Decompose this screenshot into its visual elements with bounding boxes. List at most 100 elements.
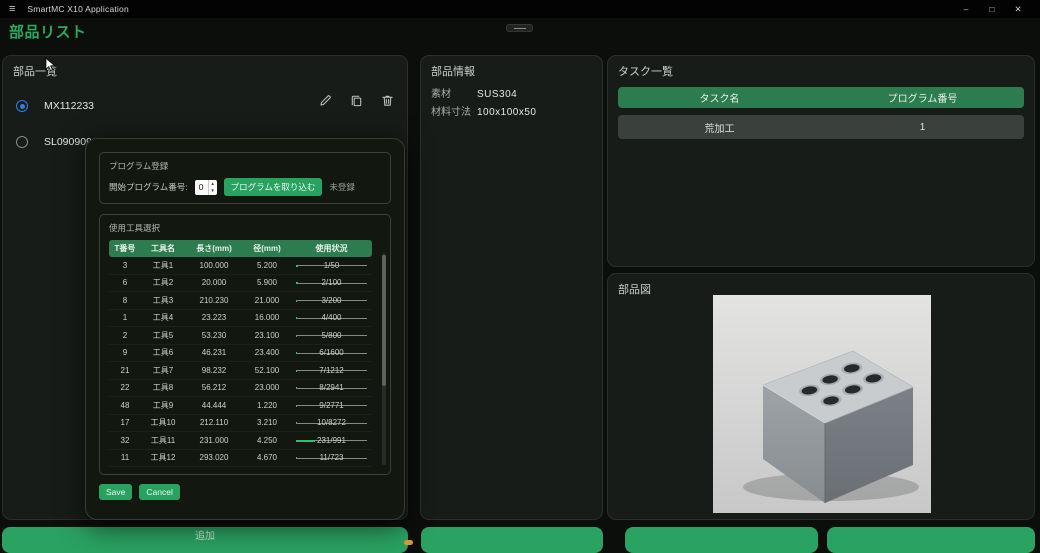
tool-column-header: T番号 (109, 243, 141, 254)
start-number-input[interactable]: 0 ▲ ▼ (195, 180, 217, 195)
task-name-cell: 荒加工 (618, 120, 821, 135)
tool-table-scrollbar[interactable] (382, 253, 386, 465)
tool-usage-cell: 11/723 (291, 450, 372, 467)
copy-part-button[interactable] (349, 93, 364, 108)
bottom-action-button[interactable] (421, 527, 603, 553)
usage-text: 1/50 (324, 261, 340, 270)
tool-usage-cell: 4/400 (291, 310, 372, 327)
usage-text: 11/723 (320, 453, 344, 462)
close-button[interactable]: ✕ (1005, 0, 1031, 18)
save-button[interactable]: Save (99, 484, 132, 500)
tool-diameter: 1.220 (243, 401, 291, 410)
part-radio[interactable] (16, 136, 28, 148)
tool-t-number: 11 (109, 453, 141, 462)
tool-t-number: 1 (109, 313, 141, 322)
tool-row[interactable]: 9 工具6 46.231 23.400 6/1600 (109, 345, 372, 363)
spinner-down-icon[interactable]: ▼ (209, 187, 217, 195)
part-info-panel: 部品情報 素材 SUS304 材料寸法 100x100x50 (420, 55, 603, 520)
tool-t-number: 2 (109, 331, 141, 340)
minimize-button[interactable]: – (953, 0, 979, 18)
tool-row[interactable]: 3 工具1 100.000 5.200 1/50 (109, 257, 372, 275)
tool-row[interactable]: 21 工具7 98.232 52.100 7/1212 (109, 362, 372, 380)
tool-row[interactable]: 32 工具11 231.000 4.250 231/991 (109, 432, 372, 450)
tool-name: 工具11 (141, 435, 185, 446)
scrollbar-thumb[interactable] (382, 255, 386, 386)
trash-icon (380, 93, 395, 108)
usage-text: 8/2941 (319, 383, 343, 392)
task-column-header: プログラム番号 (821, 90, 1024, 105)
page-title: 部品リスト (9, 21, 87, 42)
tool-diameter: 23.100 (243, 331, 291, 340)
tool-usage-cell: 3/200 (291, 292, 372, 309)
tool-row[interactable]: 6 工具2 20.000 5.900 2/100 (109, 275, 372, 293)
tool-usage-cell: 9/2771 (291, 397, 372, 414)
info-value: 100x100x50 (477, 106, 537, 120)
usage-text: 2/100 (321, 278, 341, 287)
edit-part-button[interactable] (318, 93, 333, 108)
tool-length: 98.232 (185, 366, 243, 375)
info-label: 材料寸法 (431, 106, 477, 120)
info-fields: 素材 SUS304 材料寸法 100x100x50 (421, 86, 602, 122)
tool-row[interactable]: 1 工具4 23.223 16.000 4/400 (109, 310, 372, 328)
task-panel-title: タスク一覧 (608, 56, 1034, 79)
task-row[interactable]: 荒加工 1 (618, 115, 1024, 139)
dialog-actions: Save Cancel (99, 484, 391, 500)
usage-text: 9/2771 (319, 401, 343, 410)
tool-usage-cell: 2/100 (291, 275, 372, 292)
tool-t-number: 32 (109, 436, 141, 445)
part-drawing-panel: 部品図 (607, 273, 1035, 520)
tool-usage-cell: 231/991 (291, 432, 372, 449)
tool-name: 工具8 (141, 382, 185, 393)
part-radio[interactable] (16, 100, 28, 112)
tool-row[interactable]: 8 工具3 210.230 21.000 3/200 (109, 292, 372, 310)
task-program-number-cell: 1 (821, 122, 1024, 133)
tool-name: 工具7 (141, 365, 185, 376)
task-column-header: タスク名 (618, 90, 821, 105)
drawing-panel-title: 部品図 (608, 274, 1034, 297)
info-row: 材料寸法 100x100x50 (421, 104, 602, 122)
bottom-action-button[interactable] (625, 527, 818, 553)
tool-length: 44.444 (185, 401, 243, 410)
import-program-button[interactable]: プログラムを取り込む (224, 178, 323, 196)
tool-usage-cell: 6/1600 (291, 345, 372, 362)
tool-name: 工具3 (141, 295, 185, 306)
part-name: MX112233 (44, 100, 94, 112)
program-group-title: プログラム登録 (109, 160, 381, 172)
cancel-button[interactable]: Cancel (139, 484, 179, 500)
maximize-button[interactable]: □ (979, 0, 1005, 18)
title-bar: ≡ SmartMC X10 Application – □ ✕ (0, 0, 1040, 18)
number-spinner: ▲ ▼ (208, 180, 217, 195)
tool-row[interactable]: 11 工具12 293.020 4.670 11/723 (109, 450, 372, 468)
part-row-actions (318, 93, 395, 108)
tool-column-header: 長さ(mm) (185, 243, 243, 254)
drawer-handle[interactable] (506, 24, 533, 32)
delete-part-button[interactable] (380, 93, 395, 108)
start-number-value[interactable]: 0 (195, 180, 208, 195)
tool-t-number: 48 (109, 401, 141, 410)
tool-t-number: 21 (109, 366, 141, 375)
spinner-up-icon[interactable]: ▲ (209, 180, 217, 188)
tool-diameter: 4.250 (243, 436, 291, 445)
tool-row[interactable]: 17 工具10 212.110 3.210 10/8272 (109, 415, 372, 433)
tool-name: 工具9 (141, 400, 185, 411)
bottom-action-button[interactable] (827, 527, 1035, 553)
tool-column-header: 使用状況 (291, 243, 372, 254)
tool-usage-cell: 1/50 (291, 257, 372, 274)
program-number-row: 開始プログラム番号: 0 ▲ ▼ プログラムを取り込む 未登録 (109, 178, 381, 196)
tool-t-number: 3 (109, 261, 141, 270)
program-registration-dialog: プログラム登録 開始プログラム番号: 0 ▲ ▼ プログラムを取り込む 未登録 … (85, 138, 405, 520)
info-row: 素材 SUS304 (421, 86, 602, 104)
tool-row[interactable]: 48 工具9 44.444 1.220 9/2771 (109, 397, 372, 415)
usage-text: 231/991 (317, 436, 346, 445)
hamburger-menu-icon[interactable]: ≡ (9, 0, 15, 18)
tool-row[interactable]: 22 工具8 56.212 23.000 8/2941 (109, 380, 372, 398)
bottom-action-button[interactable]: 追加 (2, 527, 408, 553)
tool-diameter: 5.900 (243, 278, 291, 287)
tool-length: 293.020 (185, 453, 243, 462)
task-table-header: タスク名 プログラム番号 (618, 87, 1024, 108)
tool-name: 工具4 (141, 312, 185, 323)
mouse-cursor (45, 57, 56, 73)
tool-t-number: 22 (109, 383, 141, 392)
tool-diameter: 21.000 (243, 296, 291, 305)
tool-row[interactable]: 2 工具5 53.230 23.100 5/800 (109, 327, 372, 345)
